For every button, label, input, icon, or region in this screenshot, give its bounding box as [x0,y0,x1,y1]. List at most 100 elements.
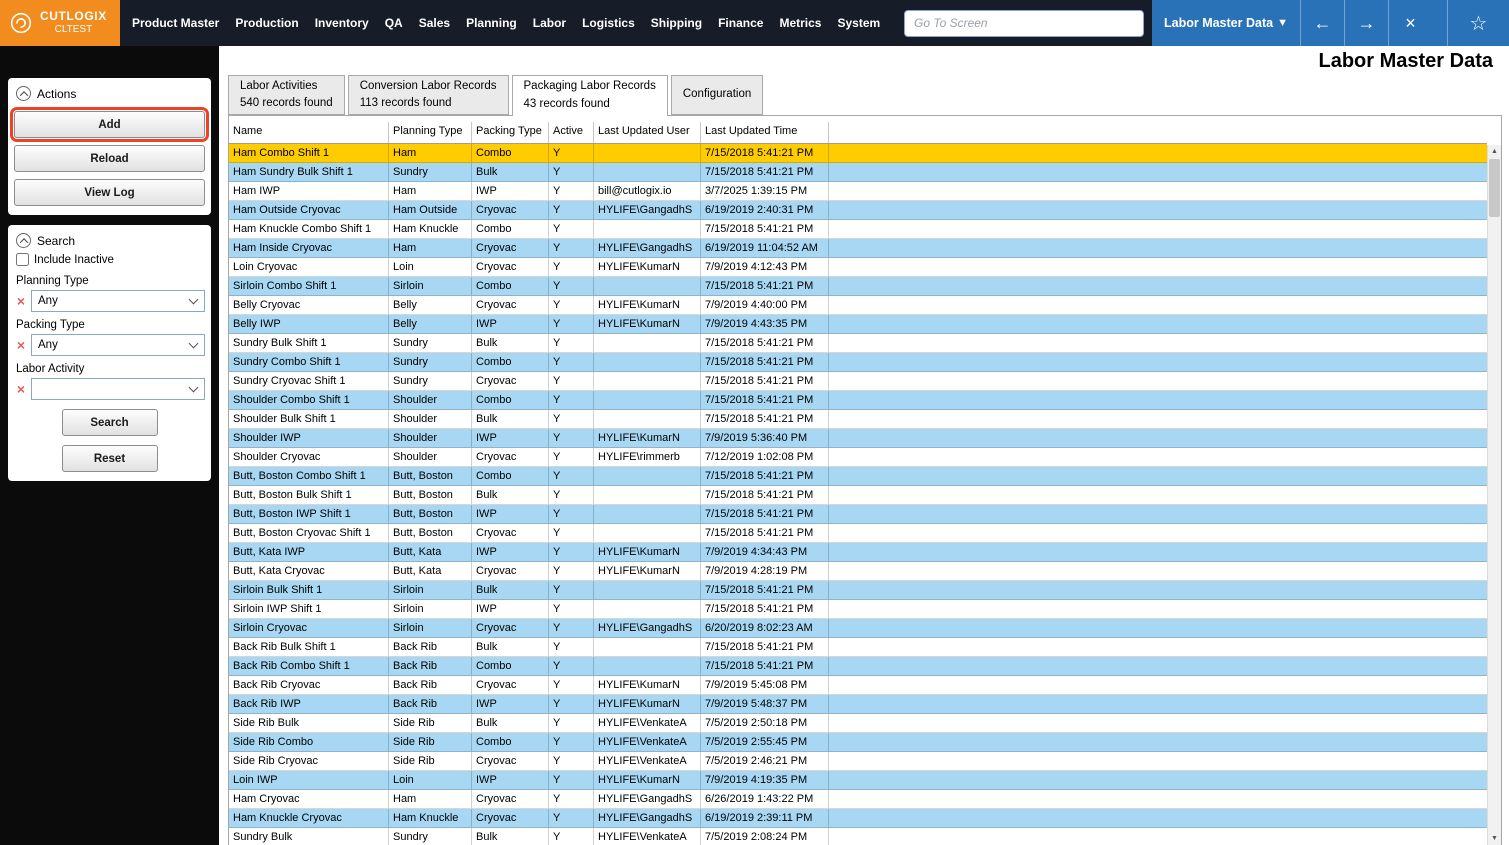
cell-planning-type: Butt, Boston [389,467,472,485]
table-row[interactable]: Side Rib Cryovac Side Rib Cryovac Y HYLIFE\V… [229,752,1487,771]
table-row[interactable]: Sirloin Combo Shift 1 Sirloin Combo Y 7/15/2… [229,277,1487,296]
menu-item-system[interactable]: System [829,0,888,46]
tab-packaging-labor-records[interactable]: Packaging Labor Records 43 records found [511,75,668,116]
table-row[interactable]: Ham Outside Cryovac Ham Outside Cryovac Y HY… [229,201,1487,220]
table-row[interactable]: Sundry Bulk Sundry Bulk Y HYLIFE\VenkateA 7/5… [229,828,1487,845]
table-row[interactable]: Butt, Kata IWP Butt, Kata IWP Y HYLIFE\Kumar… [229,543,1487,562]
table-row[interactable]: Belly IWP Belly IWP Y HYLIFE\KumarN 7/9/2019 … [229,315,1487,334]
close-screen-button[interactable]: × [1388,0,1432,46]
cell-name: Loin IWP [229,771,389,789]
table-row[interactable]: Sundry Bulk Shift 1 Sundry Bulk Y 7/15/2018 … [229,334,1487,353]
table-row[interactable]: Back Rib IWP Back Rib IWP Y HYLIFE\KumarN 7/9… [229,695,1487,714]
table-row[interactable]: Ham Inside Cryovac Ham Cryovac Y HYLIFE\Gang… [229,239,1487,258]
menu-item-labor[interactable]: Labor [525,0,574,46]
table-row[interactable]: Belly Cryovac Belly Cryovac Y HYLIFE\KumarN 7… [229,296,1487,315]
cell-active: Y [549,296,594,314]
reset-button[interactable]: Reset [61,445,158,472]
tab-labor-activities[interactable]: Labor Activities 540 records found [228,75,345,115]
nav-section: Labor Master Data ▼ ← → × ☆ [1152,0,1509,46]
column-header-active[interactable]: Active [549,122,594,143]
add-button[interactable]: Add [10,107,209,142]
table-row[interactable]: Sirloin Cryovac Sirloin Cryovac Y HYLIFE\Gan… [229,619,1487,638]
planning-type-label: Planning Type [16,275,89,287]
cell-name: Butt, Kata Cryovac [229,562,389,580]
table-row[interactable]: Shoulder IWP Shoulder IWP Y HYLIFE\KumarN 7/9… [229,429,1487,448]
menu-item-product-master[interactable]: Product Master [124,0,227,46]
cell-last-updated-user [594,486,701,504]
menu-item-planning[interactable]: Planning [458,0,525,46]
column-header-last-updated-user[interactable]: Last Updated User [594,122,701,143]
planning-type-combobox[interactable]: Any [31,290,205,312]
table-row[interactable]: Sundry Cryovac Shift 1 Sundry Cryovac Y 7/15… [229,372,1487,391]
table-row[interactable]: Butt, Boston Cryovac Shift 1 Butt, Boston… [229,524,1487,543]
table-row[interactable]: Loin Cryovac Loin Cryovac Y HYLIFE\KumarN 7/9… [229,258,1487,277]
table-row[interactable]: Back Rib Bulk Shift 1 Back Rib Bulk Y 7/15/2… [229,638,1487,657]
menu-item-production[interactable]: Production [227,0,306,46]
scroll-down-arrow-icon[interactable]: ▼ [1488,832,1501,845]
cell-last-updated-user [594,353,701,371]
cell-active: Y [549,581,594,599]
cell-name: Side Rib Cryovac [229,752,389,770]
clear-filter-icon[interactable]: × [14,294,28,308]
favorite-star-button[interactable]: ☆ [1447,0,1509,46]
column-header-name[interactable]: Name [229,122,389,143]
column-header-last-updated-time[interactable]: Last Updated Time [701,122,829,143]
table-row[interactable]: Butt, Boston IWP Shift 1 Butt, Boston IWP Y… [229,505,1487,524]
table-row[interactable]: Side Rib Combo Side Rib Combo Y HYLIFE\Venka… [229,733,1487,752]
screen-selector-dropdown[interactable]: Labor Master Data ▼ [1152,0,1300,46]
menu-item-inventory[interactable]: Inventory [307,0,377,46]
table-row[interactable]: Ham Knuckle Combo Shift 1 Ham Knuckle Comb… [229,220,1487,239]
column-header-packing-type[interactable]: Packing Type [472,122,549,143]
search-button[interactable]: Search [61,409,158,436]
collapse-chevron-icon[interactable] [16,86,31,101]
menu-item-logistics[interactable]: Logistics [574,0,643,46]
logo-title: CUTLOGIX [40,9,107,24]
table-row[interactable]: Shoulder Bulk Shift 1 Shoulder Bulk Y 7/15/2… [229,410,1487,429]
view-log-button[interactable]: View Log [14,179,205,206]
goto-screen-input[interactable] [904,9,1144,37]
packing-type-combobox[interactable]: Any [31,334,205,356]
table-row[interactable]: Sirloin Bulk Shift 1 Sirloin Bulk Y 7/15/201… [229,581,1487,600]
labor-activity-combobox[interactable] [31,378,205,400]
clear-filter-icon[interactable]: × [14,382,28,396]
reload-button[interactable]: Reload [14,145,205,172]
table-row[interactable]: Ham Combo Shift 1 Ham Combo Y 7/15/2018 5:41… [229,144,1487,163]
menu-item-sales[interactable]: Sales [411,0,458,46]
menu-item-metrics[interactable]: Metrics [771,0,829,46]
menu-item-qa[interactable]: QA [377,0,411,46]
table-row[interactable]: Shoulder Combo Shift 1 Shoulder Combo Y 7/15… [229,391,1487,410]
clear-filter-icon[interactable]: × [14,338,28,352]
table-row[interactable]: Sundry Combo Shift 1 Sundry Combo Y 7/15/201… [229,353,1487,372]
table-row[interactable]: Butt, Kata Cryovac Butt, Kata Cryovac Y HYLI… [229,562,1487,581]
table-row[interactable]: Ham Sundry Bulk Shift 1 Sundry Bulk Y 7/15/2… [229,163,1487,182]
table-row[interactable]: Shoulder Cryovac Shoulder Cryovac Y HYLIFE\r… [229,448,1487,467]
column-header-planning-type[interactable]: Planning Type [389,122,472,143]
table-row[interactable]: Side Rib Bulk Side Rib Bulk Y HYLIFE\Venkate… [229,714,1487,733]
table-row[interactable]: Ham Knuckle Cryovac Ham Knuckle Cryovac Y HY… [229,809,1487,828]
include-inactive-checkbox[interactable] [16,253,29,266]
vertical-scrollbar[interactable]: ▲ ▼ [1487,145,1501,845]
table-row[interactable]: Butt, Boston Bulk Shift 1 Butt, Boston Bul… [229,486,1487,505]
app-logo[interactable]: CUTLOGIX CLTEST [0,0,120,46]
forward-button[interactable]: → [1344,0,1388,46]
cell-filler [829,619,1487,637]
table-row[interactable]: Loin IWP Loin IWP Y HYLIFE\KumarN 7/9/2019 4:… [229,771,1487,790]
table-row[interactable]: Back Rib Combo Shift 1 Back Rib Combo Y 7/15… [229,657,1487,676]
table-row[interactable]: Back Rib Cryovac Back Rib Cryovac Y HYLIFE\K… [229,676,1487,695]
scroll-up-arrow-icon[interactable]: ▲ [1488,145,1501,158]
table-row[interactable]: Ham Cryovac Ham Cryovac Y HYLIFE\GangadhS 6/2… [229,790,1487,809]
back-button[interactable]: ← [1300,0,1344,46]
cell-packing-type: Combo [472,391,549,409]
menu-item-shipping[interactable]: Shipping [643,0,710,46]
tab-conversion-labor-records[interactable]: Conversion Labor Records 113 records foun… [347,75,509,115]
tab-configuration[interactable]: Configuration [670,75,764,115]
collapse-chevron-icon[interactable] [16,233,31,248]
table-row[interactable]: Ham IWP Ham IWP Ybill@cutlogix.io 3/7/2025 1… [229,182,1487,201]
table-row[interactable]: Sirloin IWP Shift 1 Sirloin IWP Y 7/15/2018 … [229,600,1487,619]
include-inactive-row[interactable]: Include Inactive [14,251,205,268]
cell-name: Shoulder Combo Shift 1 [229,391,389,409]
cell-last-updated-time: 7/15/2018 5:41:21 PM [701,505,829,523]
scroll-thumb[interactable] [1489,159,1500,217]
menu-item-finance[interactable]: Finance [710,0,771,46]
table-row[interactable]: Butt, Boston Combo Shift 1 Butt, Boston Co… [229,467,1487,486]
